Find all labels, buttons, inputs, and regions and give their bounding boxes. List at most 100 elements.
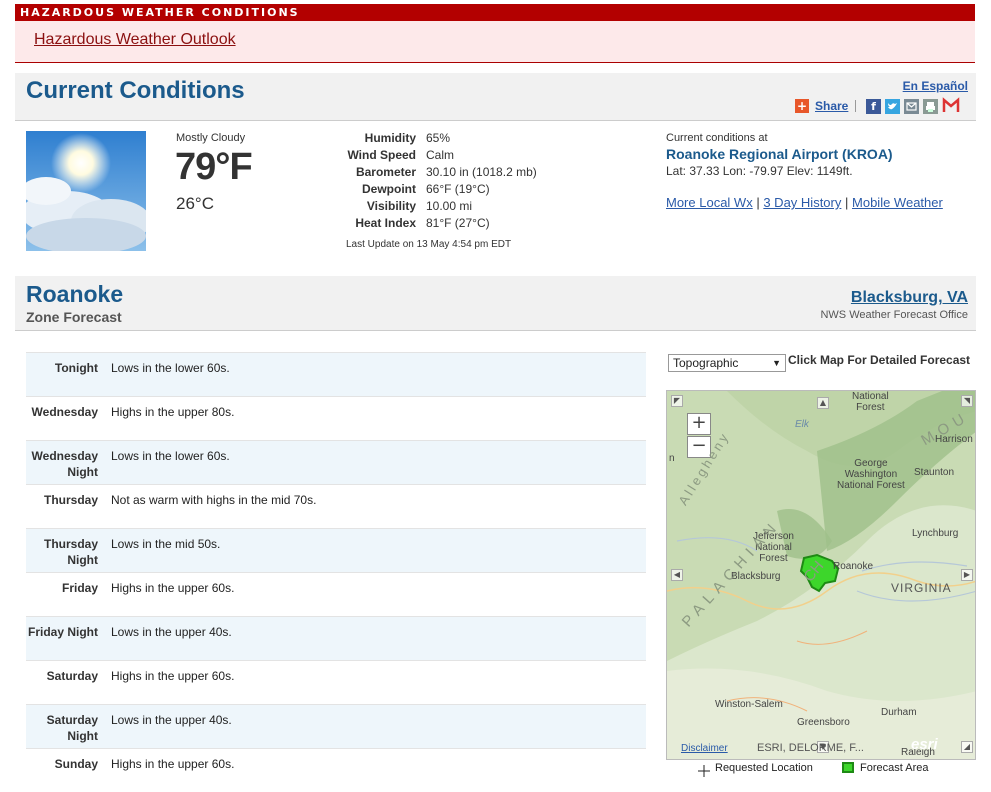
zone-forecast-header: Roanoke Zone Forecast Blacksburg, VA NWS…	[15, 276, 976, 331]
twitter-icon[interactable]	[885, 99, 900, 114]
forecast-map[interactable]: + − ◤ ▲ ◥ ◀ ▶ ▼ ◢ National Forest Harris…	[666, 390, 976, 760]
map-label-winston-salem: Winston-Salem	[715, 699, 783, 710]
zoom-in-button[interactable]: +	[687, 413, 711, 435]
current-conditions-header: Current Conditions En Español + Share f	[15, 73, 976, 121]
forecast-office-link[interactable]: Blacksburg, VA	[851, 289, 968, 307]
condition-label: Humidity	[364, 131, 416, 145]
map-label-roanoke: Roanoke	[833, 561, 874, 572]
forecast-row: Wednesday Night Lows in the lower 60s.	[26, 440, 646, 484]
share-plus-icon[interactable]: +	[795, 99, 809, 113]
forecast-period: Wednesday	[31, 405, 98, 419]
local-links: More Local Wx | 3 Day History | Mobile W…	[666, 195, 943, 210]
conditions-details: Humidity 65% Wind Speed Calm Barometer 30.10 …	[330, 131, 590, 233]
condition-label: Visibility	[366, 199, 416, 213]
legend-forecast-area: Forecast Area	[860, 762, 929, 774]
forecast-period: Thursday Night	[43, 537, 98, 567]
forecast-area-swatch	[842, 762, 854, 773]
crosshair-icon	[698, 762, 710, 777]
current-conditions-title: Current Conditions	[26, 77, 245, 104]
forecast-text: Highs in the upper 60s.	[111, 669, 235, 683]
share-link[interactable]: Share	[815, 99, 848, 113]
condition-row: Dewpoint 66°F (19°C)	[330, 182, 590, 199]
more-local-wx-link[interactable]: More Local Wx	[666, 195, 753, 210]
map-label-national-forest: National Forest	[852, 391, 889, 413]
forecast-text: Lows in the upper 40s.	[111, 625, 232, 639]
forecast-text: Lows in the lower 60s.	[111, 361, 230, 375]
forecast-text: Highs in the upper 60s.	[111, 581, 235, 595]
pan-n-icon[interactable]: ▲	[817, 397, 829, 409]
forecast-text: Lows in the lower 60s.	[111, 449, 230, 463]
forecast-row: Tonight Lows in the lower 60s.	[26, 352, 646, 396]
station-coords: Lat: 37.33 Lon: -79.97 Elev: 1149ft.	[666, 164, 853, 178]
forecast-text: Highs in the upper 60s.	[111, 757, 235, 771]
hazardous-weather-outlook-link[interactable]: Hazardous Weather Outlook	[34, 31, 236, 49]
forecast-period: Saturday Night	[46, 713, 98, 743]
forecast-period: Friday	[61, 581, 98, 595]
email-icon[interactable]	[904, 99, 919, 114]
forecast-text: Lows in the upper 40s.	[111, 713, 232, 727]
3-day-history-link[interactable]: 3 Day History	[763, 195, 841, 210]
pan-se-icon[interactable]: ◢	[961, 741, 973, 753]
share-divider	[855, 100, 856, 112]
condition-row: Humidity 65%	[330, 131, 590, 148]
zone-title: Roanoke	[26, 281, 124, 307]
forecast-row: Friday Night Lows in the upper 40s.	[26, 616, 646, 660]
forecast-text: Lows in the mid 50s.	[111, 537, 221, 551]
map-attribution: ESRI, DELORME, F...	[757, 742, 864, 754]
last-update: Last Update on 13 May 4:54 pm EDT	[346, 239, 512, 250]
forecast-row: Friday Highs in the upper 60s.	[26, 572, 646, 616]
forecast-row: Sunday Highs in the upper 60s.	[26, 748, 646, 792]
forecast-period: Friday Night	[27, 625, 98, 639]
map-label-greensboro: Greensboro	[797, 717, 850, 728]
forecast-text: Highs in the upper 80s.	[111, 405, 235, 419]
condition-value: 66°F (19°C)	[426, 182, 490, 196]
condition-value: 65%	[426, 131, 451, 145]
map-label-lynchburg: Lynchburg	[912, 528, 959, 539]
station-name: Roanoke Regional Airport (KROA)	[666, 146, 893, 162]
condition-row: Wind Speed Calm	[330, 148, 590, 165]
forecast-period: Wednesday Night	[31, 449, 98, 479]
pan-w-icon[interactable]: ◀	[671, 569, 683, 581]
link-separator: |	[756, 195, 760, 210]
forecast-period: Thursday	[43, 493, 98, 507]
hazard-box: Hazardous Weather Outlook	[15, 21, 975, 63]
hazard-banner: HAZARDOUS WEATHER CONDITIONS	[15, 4, 975, 21]
condition-value: 81°F (27°C)	[426, 216, 490, 230]
forecast-office-label: NWS Weather Forecast Office	[820, 309, 968, 321]
temperature-c: 26°C	[176, 194, 214, 213]
pan-e-icon[interactable]: ▶	[961, 569, 973, 581]
map-label-staunton: Staunton	[914, 467, 955, 478]
pan-nw-icon[interactable]: ◤	[671, 395, 683, 407]
forecast-period: Saturday	[46, 669, 98, 683]
pan-ne-icon[interactable]: ◥	[961, 395, 973, 407]
map-click-hint: Click Map For Detailed Forecast	[788, 353, 971, 367]
chevron-down-icon: ▼	[772, 358, 781, 368]
map-disclaimer-link[interactable]: Disclaimer	[681, 743, 728, 754]
map-label-n: n	[669, 453, 675, 464]
map-layer-select[interactable]: Topographic ▼	[668, 354, 786, 372]
forecast-row: Thursday Night Lows in the mid 50s.	[26, 528, 646, 572]
forecast-text: Not as warm with highs in the mid 70s.	[111, 493, 317, 507]
zone-subtitle: Zone Forecast	[26, 309, 122, 325]
condition-label: Dewpoint	[362, 182, 416, 196]
forecast-row: Saturday Highs in the upper 60s.	[26, 660, 646, 704]
forecast-row: Wednesday Highs in the upper 80s.	[26, 396, 646, 440]
esri-logo: esri	[911, 736, 938, 753]
facebook-icon[interactable]: f	[866, 99, 881, 114]
temperature-f: 79°F	[175, 146, 253, 188]
forecast-row: Saturday Night Lows in the upper 40s.	[26, 704, 646, 748]
mobile-weather-link[interactable]: Mobile Weather	[852, 195, 943, 210]
condition-row: Barometer 30.10 in (1018.2 mb)	[330, 165, 590, 182]
condition-label: Barometer	[355, 165, 416, 179]
map-label-elk: Elk	[795, 419, 809, 430]
weather-condition-image	[26, 131, 146, 251]
station-label: Current conditions at	[666, 132, 768, 144]
gmail-icon[interactable]	[942, 97, 960, 114]
condition-label: Heat Index	[355, 216, 416, 230]
condition-row: Visibility 10.00 mi	[330, 199, 590, 216]
espanol-link[interactable]: En Español	[903, 79, 968, 93]
map-label-george-washington: George Washington National Forest	[837, 458, 905, 491]
link-separator: |	[845, 195, 849, 210]
print-icon[interactable]	[923, 99, 938, 114]
legend-requested-location: Requested Location	[715, 762, 813, 774]
